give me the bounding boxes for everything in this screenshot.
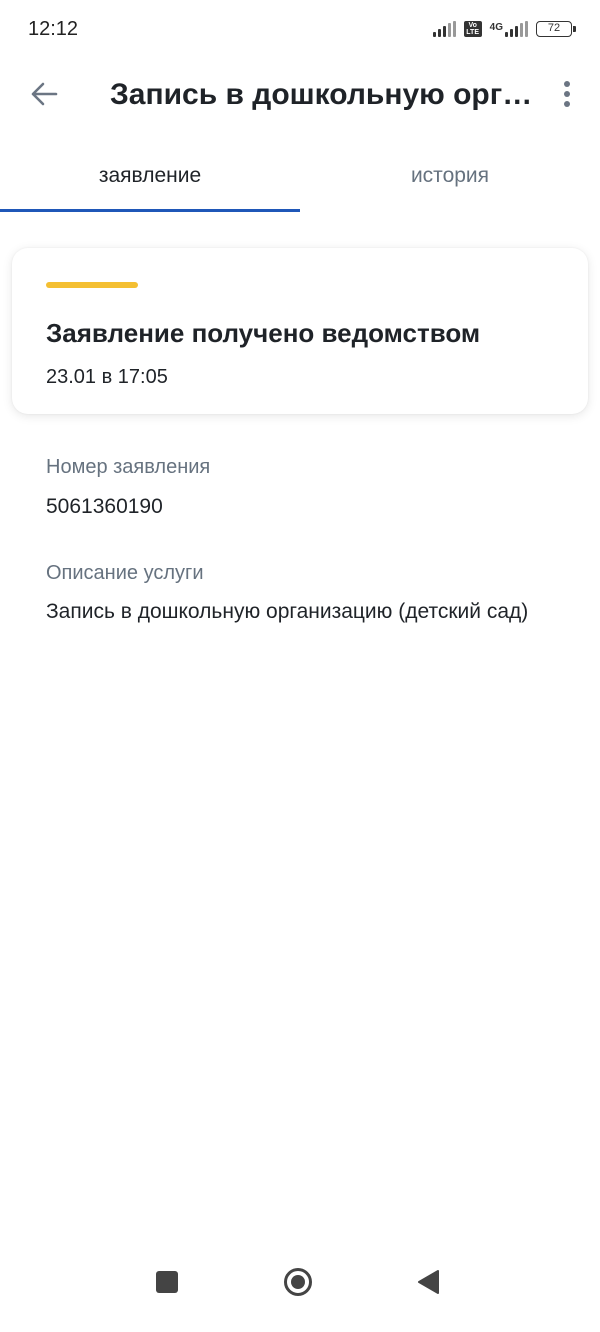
application-number-value: 5061360190 <box>46 495 163 518</box>
service-description-label: Описание услуги <box>46 562 204 584</box>
status-bar: 12:12 Vo LTE 4G 72 <box>0 0 600 58</box>
battery-icon: 72 <box>536 21 576 37</box>
triangle-back-icon <box>418 1270 439 1294</box>
home-button[interactable] <box>278 1262 318 1302</box>
battery-level: 72 <box>547 22 561 34</box>
back-nav-button[interactable] <box>408 1262 448 1302</box>
status-time: 12:12 <box>28 17 79 40</box>
network-type: 4G <box>489 22 503 33</box>
signal-icon <box>432 21 456 37</box>
home-circle-icon <box>284 1268 312 1296</box>
status-accent-bar <box>46 282 138 288</box>
back-button[interactable] <box>22 72 66 116</box>
system-navigation-bar <box>0 1256 600 1332</box>
signal-icon-2 <box>505 21 528 37</box>
mobile-data-icon: 4G <box>490 21 528 37</box>
page-title: Запись в дошкольную орг… <box>110 78 530 111</box>
recents-button[interactable] <box>147 1262 187 1302</box>
tab-bar: заявление история <box>0 148 600 212</box>
arrow-left-icon <box>31 82 58 106</box>
tab-application[interactable]: заявление <box>0 148 300 212</box>
app-bar: Запись в дошкольную орг… <box>0 58 600 134</box>
more-vertical-icon <box>564 81 570 87</box>
application-number-label: Номер заявления <box>46 456 211 478</box>
tab-history[interactable]: история <box>300 148 600 212</box>
status-title: Заявление получено ведомством <box>46 318 481 348</box>
status-indicators: Vo LTE 4G 72 <box>432 21 576 37</box>
status-datetime: 23.01 в 17:05 <box>46 366 168 388</box>
more-options-button[interactable] <box>552 72 582 116</box>
square-icon <box>156 1271 178 1293</box>
application-screen: 12:12 Vo LTE 4G 72 Запись в дошкольную о… <box>0 0 600 1332</box>
service-description-value: Запись в дошкольную организацию (детский… <box>46 600 529 623</box>
volte-icon: Vo LTE <box>463 21 482 37</box>
status-card: Заявление получено ведомством 23.01 в 17… <box>12 248 588 414</box>
